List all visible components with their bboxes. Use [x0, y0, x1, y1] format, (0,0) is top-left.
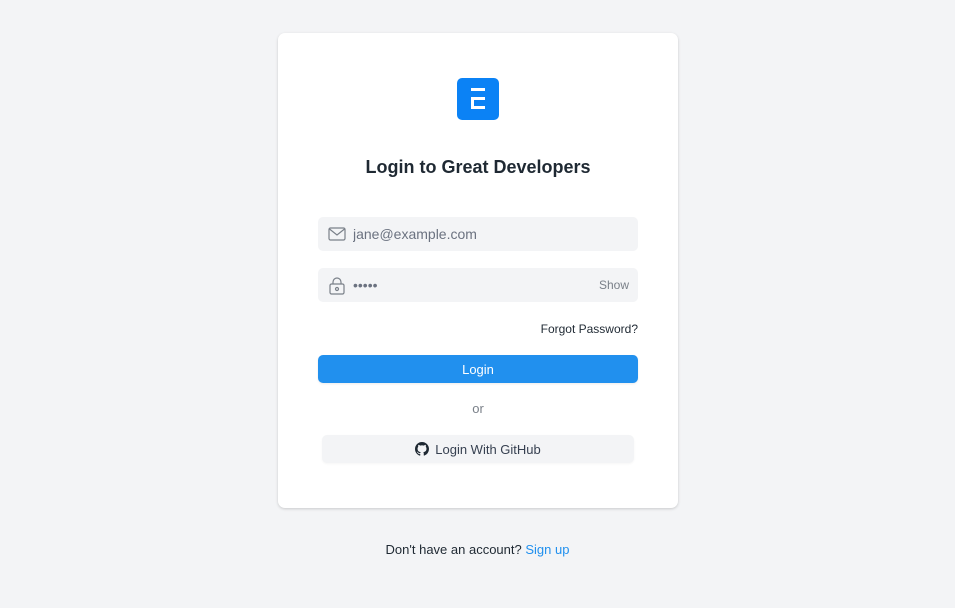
or-divider: or [472, 401, 484, 416]
password-input[interactable] [353, 268, 593, 302]
email-input[interactable] [353, 217, 593, 251]
password-field: Show [318, 268, 638, 302]
github-login-label: Login With GitHub [435, 441, 541, 457]
signup-prompt-text: Don't have an account? [385, 542, 522, 557]
show-password-toggle[interactable]: Show [599, 278, 629, 292]
lock-icon [328, 277, 346, 295]
github-icon [415, 442, 430, 456]
signup-link[interactable]: Sign up [525, 542, 569, 557]
envelope-icon [328, 226, 346, 242]
brand-logo-icon [457, 78, 499, 120]
login-button[interactable]: Login [318, 355, 638, 383]
github-login-button[interactable]: Login With GitHub [322, 435, 634, 463]
page-title: Login to Great Developers [365, 157, 591, 177]
forgot-password-link[interactable]: Forgot Password? [541, 322, 638, 336]
login-card: Login to Great Developers Show Forgot Pa… [278, 33, 678, 508]
signup-prompt: Don't have an account? Sign up [0, 542, 955, 557]
email-field [318, 217, 638, 251]
